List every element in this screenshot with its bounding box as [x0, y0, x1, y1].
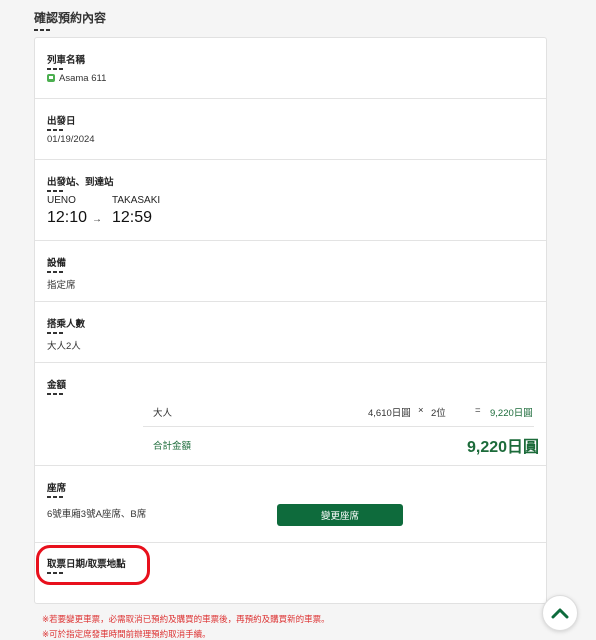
label-underline	[47, 393, 63, 395]
train-value: Asama 611	[47, 73, 106, 84]
to-station: TAKASAKI	[112, 195, 161, 206]
train-name: Asama 611	[59, 73, 107, 84]
train-icon	[47, 74, 55, 82]
label-underline	[47, 190, 63, 192]
seat-label-text: 座席	[47, 483, 67, 494]
total-label: 合計金額	[153, 441, 192, 452]
section-stations: 出發站、到達站 UENO TAKASAKI 12:10 → 12:59	[35, 160, 546, 241]
train-label-text: 列車名稱	[47, 55, 86, 66]
stations-label-text: 出發站、到達站	[47, 177, 114, 188]
price-label: 金額	[47, 377, 66, 395]
total-amount: 9,220日圓	[467, 439, 540, 456]
section-passengers: 搭乘人數 大人2人	[35, 302, 546, 363]
price-row-type: 大人	[153, 408, 173, 419]
label-underline	[47, 271, 63, 273]
passengers-value: 大人2人	[47, 341, 81, 352]
reservation-card: 列車名稱 Asama 611 出發日 01/19/2024 出發站、到達站 UE…	[34, 37, 547, 604]
stations-label: 出發站、到達站	[47, 174, 114, 192]
label-underline	[47, 129, 63, 131]
change-seat-button[interactable]: 變更座席	[277, 504, 403, 526]
equals-sign: =	[475, 405, 481, 416]
passenger-count: 2位	[431, 408, 446, 419]
section-seat: 座席 6號車廂3號A座席、B席 變更座席	[35, 466, 546, 543]
page-title-text: 確認預約內容	[34, 11, 107, 25]
seat-value: 6號車廂3號A座席、B席	[47, 509, 147, 520]
note-cancel: ※可於指定席發車時間前辦理預約取消手續。	[42, 629, 211, 639]
depart-time: 12:10	[47, 209, 88, 226]
times-sign: ×	[418, 405, 424, 416]
price-label-text: 金額	[47, 380, 67, 391]
date-label: 出發日	[47, 113, 76, 131]
section-train: 列車名稱 Asama 611	[35, 38, 546, 99]
passengers-label: 搭乘人數	[47, 316, 85, 334]
date-label-text: 出發日	[47, 116, 76, 127]
facility-label: 設備	[47, 255, 66, 273]
chevron-up-icon	[551, 608, 569, 619]
passengers-label-text: 搭乘人數	[47, 319, 86, 330]
section-date: 出發日 01/19/2024	[35, 99, 546, 160]
note-change-ticket: ※若要變更車票，必需取消已預約及購買的車票後，再預約及購買新的車票。	[42, 614, 330, 624]
facility-value: 指定席	[47, 280, 76, 291]
scroll-to-top-button[interactable]	[542, 595, 578, 631]
seat-label: 座席	[47, 480, 66, 498]
page-title: 確認預約內容	[34, 9, 106, 31]
from-station: UENO	[47, 195, 76, 206]
annotation-highlight-circle	[36, 545, 150, 585]
train-label: 列車名稱	[47, 52, 85, 70]
arrive-time: 12:59	[112, 209, 153, 226]
label-underline	[47, 68, 63, 70]
arrow-right-icon: →	[92, 214, 102, 225]
date-value: 01/19/2024	[47, 134, 95, 145]
section-facility: 設備 指定席	[35, 241, 546, 302]
facility-label-text: 設備	[47, 258, 67, 269]
label-underline	[47, 496, 63, 498]
section-price: 金額 大人 4,610日圓 × 2位 = 9,220日圓 合計金額 9,220日…	[35, 363, 546, 466]
label-underline	[47, 332, 63, 334]
unit-price: 4,610日圓	[368, 408, 411, 419]
price-divider	[143, 426, 534, 427]
subtotal: 9,220日圓	[490, 408, 533, 419]
title-underline	[34, 29, 50, 31]
